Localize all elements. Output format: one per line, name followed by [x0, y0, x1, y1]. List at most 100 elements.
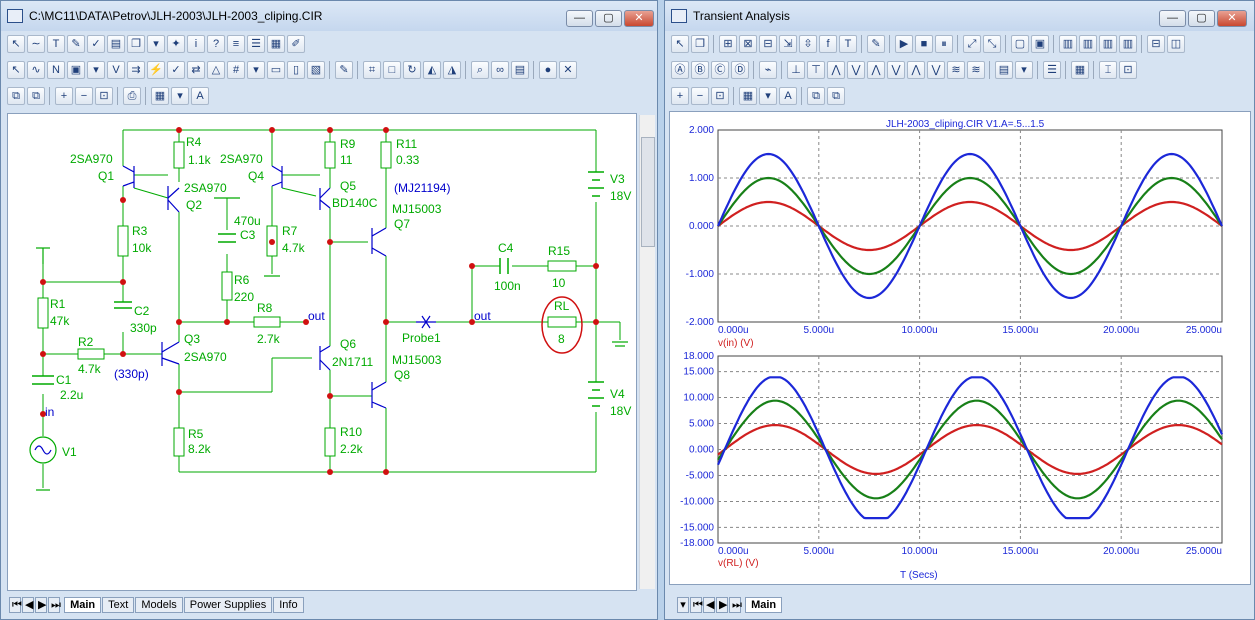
peak-icon[interactable]: ⤢ [963, 35, 981, 53]
mode8-icon[interactable]: ≋ [967, 61, 985, 79]
tag-icon[interactable]: ⌁ [759, 61, 777, 79]
print-icon[interactable]: ⎙ [123, 87, 141, 105]
a-tab-prev-icon[interactable]: ◀ [703, 597, 715, 613]
minimize-button[interactable]: — [566, 10, 593, 27]
zoom-fit-icon[interactable]: ⊡ [95, 87, 113, 105]
dropdown2-icon[interactable]: ▾ [87, 61, 105, 79]
maximize-button[interactable]: ▢ [595, 10, 622, 27]
mode4-icon[interactable]: ⋁ [887, 61, 905, 79]
dropdown3-icon[interactable]: ▾ [247, 61, 265, 79]
tab-main[interactable]: Main [64, 597, 102, 613]
a-group-icon[interactable]: ⧉ [807, 87, 825, 105]
a-table-icon[interactable]: ▦ [1071, 61, 1089, 79]
mirror-icon[interactable]: ◭ [423, 61, 441, 79]
a-text-icon[interactable]: T [839, 35, 857, 53]
a-zoom-in-icon[interactable]: + [671, 87, 689, 105]
a-copy-icon[interactable]: ❐ [691, 35, 709, 53]
mode5-icon[interactable]: ⋀ [907, 61, 925, 79]
a-dropdown-tab-icon[interactable]: ▾ [677, 597, 689, 613]
border-icon[interactable]: ▯ [287, 61, 305, 79]
mode2-icon[interactable]: ⋁ [847, 61, 865, 79]
edit-icon[interactable]: ✐ [287, 35, 305, 53]
ungroup-icon[interactable]: ⧉ [27, 87, 45, 105]
plot-canvas[interactable]: 0.000u 5.000u 10.000u 15.000u 20.000u 25.000u… [669, 111, 1251, 585]
notes-icon[interactable]: ▤ [511, 61, 529, 79]
tab-power-supplies[interactable]: Power Supplies [183, 597, 273, 613]
warning-icon[interactable]: △ [207, 61, 225, 79]
check-icon[interactable]: ✓ [87, 35, 105, 53]
wave-icon[interactable]: ∿ [27, 61, 45, 79]
wire-icon[interactable]: ∼ [27, 35, 45, 53]
a-tab-first-icon[interactable]: ⏮ [690, 597, 703, 613]
cursor-b-icon[interactable]: Ⓑ [691, 61, 709, 79]
scale-icon[interactable]: ⊞ [719, 35, 737, 53]
copy-icon[interactable]: ❐ [127, 35, 145, 53]
schematic-scroll-thumb[interactable] [641, 137, 655, 247]
dropdown-icon[interactable]: ▾ [147, 35, 165, 53]
a-ungroup-icon[interactable]: ⧉ [827, 87, 845, 105]
zoom-out-icon[interactable]: − [75, 87, 93, 105]
a-zoom-out-icon[interactable]: − [691, 87, 709, 105]
a-props-icon[interactable]: ✎ [867, 35, 885, 53]
step-icon[interactable]: ⊥ [787, 61, 805, 79]
nodes-icon[interactable]: N [47, 61, 65, 79]
a-tab-next-icon[interactable]: ▶ [716, 597, 728, 613]
a-select-icon[interactable]: ↖ [671, 35, 689, 53]
tab-last-icon[interactable]: ⏭ [48, 597, 61, 613]
select-mode-icon[interactable]: ↖ [7, 61, 25, 79]
probe-tool-icon[interactable]: ▤ [995, 61, 1013, 79]
box-icon[interactable]: □ [383, 61, 401, 79]
list-icon[interactable]: ☰ [247, 35, 265, 53]
title-block-icon[interactable]: ▧ [307, 61, 325, 79]
stop-icon[interactable]: ● [539, 61, 557, 79]
zoom-in-icon[interactable]: + [55, 87, 73, 105]
layout1-icon[interactable]: ▢ [1011, 35, 1029, 53]
a-font-icon[interactable]: A [779, 87, 797, 105]
select-icon[interactable]: ↖ [7, 35, 25, 53]
run-icon[interactable]: ▶ [895, 35, 913, 53]
cancel-icon[interactable]: ✕ [559, 61, 577, 79]
cursor-d-icon[interactable]: Ⓓ [731, 61, 749, 79]
cols4-icon[interactable]: ▥ [1119, 35, 1137, 53]
info-icon[interactable]: i [187, 35, 205, 53]
auto-scale-icon[interactable]: ⊠ [739, 35, 757, 53]
page-icon[interactable]: ▭ [267, 61, 285, 79]
pins-icon[interactable]: ⇄ [187, 61, 205, 79]
analysis-maximize-button[interactable]: ▢ [1188, 10, 1215, 27]
a-dropdown-icon[interactable]: ▾ [1015, 61, 1033, 79]
tab-next-icon[interactable]: ▶ [35, 597, 47, 613]
node-snap-icon[interactable]: ⌗ [363, 61, 381, 79]
cursor-c-icon[interactable]: Ⓒ [711, 61, 729, 79]
scale-x-icon[interactable]: ⇲ [779, 35, 797, 53]
grid-icon[interactable]: # [227, 61, 245, 79]
a-grid-icon[interactable]: ▦ [739, 87, 757, 105]
a-zoom-fit-icon[interactable]: ⊡ [711, 87, 729, 105]
component-icon[interactable]: ▤ [107, 35, 125, 53]
restore-scale-icon[interactable]: ⊟ [759, 35, 777, 53]
tab-prev-icon[interactable]: ◀ [22, 597, 34, 613]
table-icon[interactable]: ▦ [267, 35, 285, 53]
analysis-minimize-button[interactable]: — [1159, 10, 1186, 27]
mode6-icon[interactable]: ⋁ [927, 61, 945, 79]
split-h-icon[interactable]: ⊟ [1147, 35, 1165, 53]
help-icon[interactable]: ? [207, 35, 225, 53]
close-button[interactable]: ✕ [624, 10, 654, 27]
tab-info[interactable]: Info [273, 597, 304, 613]
schematic-vscrollbar[interactable] [639, 115, 655, 589]
cols2-icon[interactable]: ▥ [1079, 35, 1097, 53]
stack-icon[interactable]: ▣ [67, 61, 85, 79]
tab-models[interactable]: Models [135, 597, 183, 613]
split-v-icon[interactable]: ◫ [1167, 35, 1185, 53]
grid-view-icon[interactable]: ▦ [151, 87, 169, 105]
layout2-icon[interactable]: ▣ [1031, 35, 1049, 53]
voltage-icon[interactable]: V [107, 61, 125, 79]
analysis-close-button[interactable]: ✕ [1217, 10, 1247, 27]
schematic-canvas[interactable]: 2SA970 Q1 2SA970 Q2 R4 1.1k R3 10k R1 47… [7, 113, 637, 591]
cols1-icon[interactable]: ▥ [1059, 35, 1077, 53]
font-icon[interactable]: A [191, 87, 209, 105]
cursor-a-icon[interactable]: Ⓐ [671, 61, 689, 79]
tab-first-icon[interactable]: ⏮ [9, 597, 22, 613]
mode3-icon[interactable]: ⋀ [867, 61, 885, 79]
wrap-icon[interactable]: ⌶ [1099, 61, 1117, 79]
schematic-titlebar[interactable]: C:\MC11\DATA\Petrov\JLH-2003\JLH-2003_cl… [1, 1, 657, 31]
